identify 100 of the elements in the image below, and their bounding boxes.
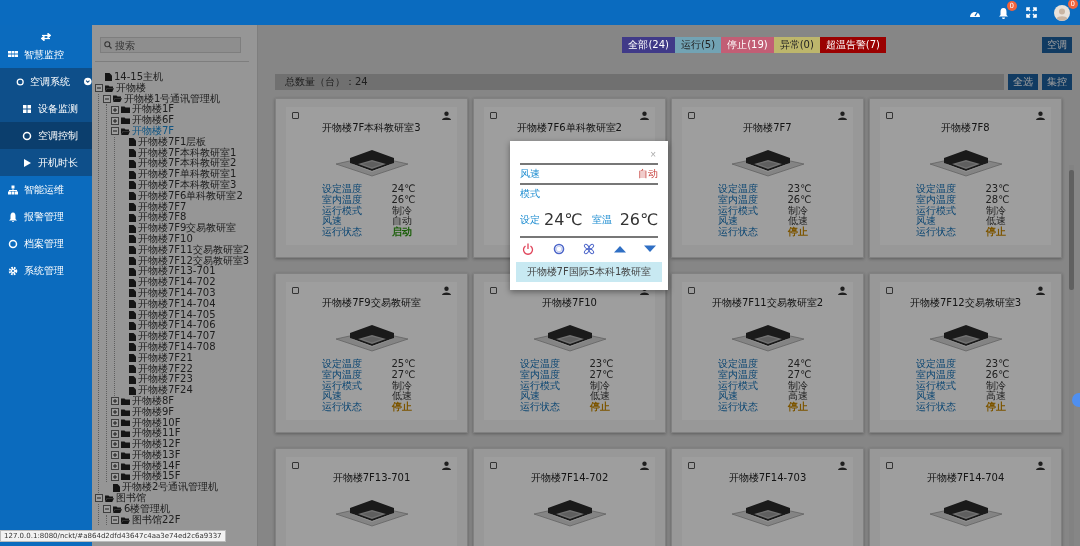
action-button[interactable]: 全选 bbox=[1008, 74, 1038, 90]
sidebar-item[interactable]: 空调系统 bbox=[0, 68, 92, 95]
checkbox[interactable] bbox=[292, 112, 299, 119]
ring-icon[interactable] bbox=[552, 243, 565, 255]
expand-icon[interactable] bbox=[111, 472, 119, 481]
collapse-icon[interactable] bbox=[103, 95, 111, 103]
user-icon[interactable] bbox=[1036, 461, 1045, 470]
tree-node[interactable]: 开物楼7F14-708 bbox=[138, 341, 216, 353]
expand-icon[interactable] bbox=[111, 418, 119, 427]
tree-node[interactable]: 图书馆22F bbox=[132, 514, 181, 526]
tree-node[interactable]: 开物楼7F24 bbox=[138, 385, 193, 396]
checkbox[interactable] bbox=[886, 287, 893, 294]
tree-node[interactable]: 图书馆 bbox=[116, 493, 146, 504]
tree-node[interactable]: 开物楼7F22 bbox=[138, 363, 193, 375]
tree-node[interactable]: 开物楼7F1层板 bbox=[138, 136, 207, 148]
user-icon[interactable] bbox=[838, 461, 847, 470]
action-button[interactable]: 集控 bbox=[1042, 74, 1072, 90]
checkbox[interactable] bbox=[886, 462, 893, 469]
tree-node[interactable]: 开物楼11F bbox=[132, 428, 181, 440]
scrollbar[interactable] bbox=[1069, 165, 1074, 546]
power-icon[interactable] bbox=[522, 243, 534, 255]
sidebar-item[interactable]: 系统管理 bbox=[0, 257, 92, 284]
filter-button[interactable]: 全部(24) bbox=[622, 37, 675, 53]
expand-icon[interactable] bbox=[111, 397, 119, 406]
tree-node[interactable]: 开物楼7F单科教研室1 bbox=[138, 169, 237, 180]
swap-icon[interactable] bbox=[41, 33, 51, 41]
checkbox[interactable] bbox=[292, 462, 299, 469]
tree-node[interactable]: 开物楼7F14-706 bbox=[138, 320, 216, 332]
tree-node[interactable]: 开物楼7F9交易教研室 bbox=[138, 223, 237, 234]
collapse-icon[interactable] bbox=[111, 516, 119, 525]
down-arrow-icon[interactable] bbox=[644, 245, 656, 253]
tree-node[interactable]: 开物楼 bbox=[116, 82, 146, 94]
tree-node[interactable]: 开物楼7F本科教研室1 bbox=[138, 147, 237, 159]
tree-node[interactable]: 开物楼7F10 bbox=[138, 233, 193, 245]
user-icon[interactable] bbox=[442, 111, 451, 120]
filter-button[interactable]: 异常(0) bbox=[773, 37, 820, 53]
user-icon[interactable] bbox=[442, 461, 451, 470]
collapse-icon[interactable] bbox=[103, 505, 111, 514]
checkbox[interactable] bbox=[490, 287, 497, 294]
tree-node[interactable]: 14-15主机 bbox=[114, 72, 164, 83]
sidebar-item[interactable]: 智慧监控 bbox=[0, 41, 92, 68]
tree-node[interactable]: 开物楼15F bbox=[132, 471, 181, 483]
tree-node[interactable]: 开物楼7F14-704 bbox=[138, 298, 216, 310]
expand-icon[interactable] bbox=[111, 116, 119, 125]
tree-node[interactable]: 开物楼2号通讯管理机 bbox=[122, 482, 219, 494]
tree-node[interactable]: 开物楼8F bbox=[132, 395, 175, 407]
filter-button[interactable]: 超温告警(7) bbox=[819, 37, 886, 53]
collapse-icon[interactable] bbox=[95, 494, 103, 503]
tree-node[interactable]: 开物楼7F14-705 bbox=[138, 309, 216, 321]
tree-node[interactable]: 开物楼7F23 bbox=[138, 374, 193, 386]
user-icon[interactable] bbox=[838, 111, 847, 120]
tree-node[interactable]: 开物楼10F bbox=[132, 417, 181, 429]
sidebar-item[interactable]: 开机时长 bbox=[0, 149, 92, 176]
checkbox[interactable] bbox=[688, 112, 695, 119]
checkbox[interactable] bbox=[886, 112, 893, 119]
checkbox[interactable] bbox=[292, 287, 299, 294]
tree-node[interactable]: 开物楼7F11交易教研室2 bbox=[138, 244, 250, 256]
filter-button[interactable]: 停止(19) bbox=[721, 37, 774, 53]
user-icon[interactable] bbox=[442, 286, 451, 295]
expand-icon[interactable] bbox=[111, 440, 119, 449]
sidebar-item[interactable]: 智能运维 bbox=[0, 176, 92, 203]
chevron-down-icon[interactable] bbox=[84, 77, 92, 86]
fan-icon[interactable] bbox=[583, 243, 595, 255]
expand-icon[interactable] bbox=[111, 462, 119, 471]
expand-icon[interactable] bbox=[111, 105, 119, 114]
collapse-icon[interactable] bbox=[111, 127, 119, 136]
collapse-icon[interactable] bbox=[95, 84, 103, 93]
checkbox[interactable] bbox=[688, 462, 695, 469]
user-icon[interactable] bbox=[1036, 111, 1045, 120]
tree-node[interactable]: 6楼管理机 bbox=[124, 503, 171, 515]
expand-icon[interactable] bbox=[111, 429, 119, 438]
sidebar-item[interactable]: 档案管理 bbox=[0, 230, 92, 257]
expand-icon[interactable] bbox=[111, 408, 119, 417]
tree-node[interactable]: 开物楼14F bbox=[132, 460, 181, 472]
tree-node[interactable]: 开物楼7F本科教研室3 bbox=[138, 179, 237, 191]
sidebar-item[interactable]: 空调控制 bbox=[0, 122, 92, 149]
sidebar-item[interactable]: 报警管理 bbox=[0, 203, 92, 230]
up-arrow-icon[interactable] bbox=[613, 245, 626, 253]
setting-value[interactable]: 自动 bbox=[638, 167, 658, 181]
checkbox[interactable] bbox=[688, 287, 695, 294]
tree-node[interactable]: 开物楼1号通讯管理机 bbox=[124, 93, 221, 105]
expand-icon[interactable] bbox=[111, 451, 119, 460]
user-icon[interactable] bbox=[640, 111, 649, 120]
tree-node[interactable]: 开物楼7F14-707 bbox=[138, 331, 216, 342]
tree-node[interactable]: 开物楼7F13-701 bbox=[138, 266, 216, 278]
tree-node[interactable]: 开物楼7F12交易教研室3 bbox=[138, 255, 250, 267]
tree-node[interactable]: 开物楼7F21 bbox=[138, 352, 193, 364]
air-conditioner-button[interactable]: 空调 bbox=[1042, 37, 1072, 53]
avatar-icon[interactable] bbox=[1054, 4, 1070, 21]
tree-node[interactable]: 开物楼6F bbox=[132, 115, 175, 126]
tree-node[interactable]: 开物楼1F bbox=[132, 104, 175, 116]
room-name-button[interactable]: 开物楼7F国际5本科1教研室 bbox=[516, 262, 662, 282]
tree-node[interactable]: 开物楼12F bbox=[132, 439, 181, 450]
search-field[interactable]: 搜索 bbox=[100, 37, 241, 53]
tree-node[interactable]: 开物楼7F6单科教研室2 bbox=[138, 190, 243, 202]
tree-node[interactable]: 开物楼13F bbox=[132, 449, 181, 461]
user-icon[interactable] bbox=[640, 461, 649, 470]
fullscreen-icon[interactable] bbox=[1026, 7, 1037, 18]
tree-node[interactable]: 开物楼7F14-703 bbox=[138, 287, 216, 299]
bell-icon[interactable] bbox=[998, 6, 1009, 19]
